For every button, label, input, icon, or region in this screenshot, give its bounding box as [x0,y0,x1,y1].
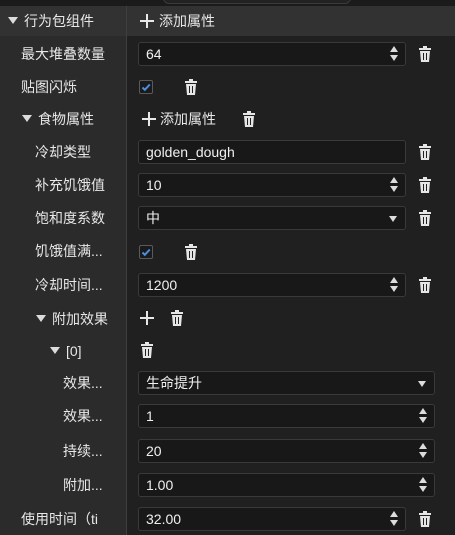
effect-name-label: 效果... [63,375,103,391]
spinner-icon[interactable] [418,443,428,459]
spinner-icon[interactable] [389,511,399,527]
spinner-icon[interactable] [418,477,428,493]
plus-icon [142,112,156,126]
behavior-pack-toggle[interactable]: 行为包组件 [8,10,94,32]
effect-chance-label: 附加... [63,477,103,493]
spinner-icon[interactable] [389,46,399,62]
effect-name-value: 生命提升 [146,375,202,391]
expand-triangle-icon [36,314,46,322]
expand-triangle-icon [8,16,18,24]
spinner-icon[interactable] [389,177,399,193]
effect-duration-value: 20 [146,443,162,459]
trash-icon[interactable] [184,79,198,95]
trash-icon[interactable] [170,310,184,326]
trash-icon[interactable] [242,111,256,127]
use-duration-label: 使用时间（ti [21,511,98,527]
saturation-value: 中 [146,210,160,226]
effect-0-toggle[interactable]: [0] [50,340,82,362]
nutrition-value: 10 [146,177,162,193]
trash-icon[interactable] [418,210,432,226]
effect-amplifier-label: 效果... [63,408,103,424]
chevron-down-icon [418,381,426,387]
add-property-button[interactable]: 添加属性 [140,10,215,32]
effect-0-label: [0] [66,343,82,359]
behavior-pack-title: 行为包组件 [24,13,94,29]
checkmark-icon [141,83,151,92]
saturation-select[interactable]: 中 [138,206,406,230]
trash-icon[interactable] [184,244,198,260]
food-property-toggle[interactable]: 食物属性 [22,108,94,130]
texture-flash-checkbox[interactable] [139,80,153,94]
expand-triangle-icon [22,114,32,122]
effects-toggle[interactable]: 附加效果 [36,308,108,330]
effect-duration-label: 持续... [63,443,103,459]
texture-flash-label: 贴图闪烁 [21,79,77,95]
saturation-label: 饱和度系数 [35,210,105,226]
effects-label: 附加效果 [52,311,108,327]
cooldown-type-input[interactable]: golden_dough [138,140,406,164]
nutrition-label: 补充饥饿值 [35,177,105,193]
nutrition-input[interactable]: 10 [138,173,406,197]
add-property-label: 添加属性 [160,111,216,127]
trash-icon[interactable] [418,511,432,527]
trash-icon[interactable] [418,177,432,193]
trash-icon[interactable] [418,144,432,160]
effect-name-select[interactable]: 生命提升 [138,371,435,395]
column-divider[interactable] [126,6,127,535]
max-stack-value: 64 [146,46,162,62]
plus-icon [140,14,154,28]
max-stack-label: 最大堆叠数量 [21,46,105,62]
effect-chance-value: 1.00 [146,477,174,493]
use-duration-input[interactable]: 32.00 [138,507,406,531]
can-eat-full-label: 饥饿值满... [35,243,103,259]
cooldown-time-label: 冷却时间... [35,277,103,293]
checkmark-icon [141,248,151,257]
use-duration-value: 32.00 [146,511,182,527]
spinner-icon[interactable] [389,277,399,293]
cooldown-time-input[interactable]: 1200 [138,273,406,297]
trash-icon[interactable] [418,277,432,293]
can-eat-full-checkbox[interactable] [139,245,153,259]
effect-amplifier-input[interactable]: 1 [138,404,435,428]
add-food-property-button[interactable]: 添加属性 [142,108,216,130]
expand-triangle-icon [50,346,60,354]
effect-chance-input[interactable]: 1.00 [138,473,435,497]
chevron-down-icon [389,216,397,222]
effect-amplifier-value: 1 [146,408,154,424]
trash-icon[interactable] [140,342,154,358]
effect-duration-input[interactable]: 20 [138,439,435,463]
cooldown-time-value: 1200 [146,277,178,293]
max-stack-input[interactable]: 64 [138,42,406,66]
cooldown-type-label: 冷却类型 [35,144,91,160]
food-property-label: 食物属性 [38,111,94,127]
trash-icon[interactable] [418,46,432,62]
top-scroll-pill [163,0,351,4]
add-effect-icon[interactable] [140,311,154,325]
add-property-label: 添加属性 [159,13,215,29]
cooldown-type-value: golden_dough [146,144,235,160]
spinner-icon[interactable] [418,408,428,424]
